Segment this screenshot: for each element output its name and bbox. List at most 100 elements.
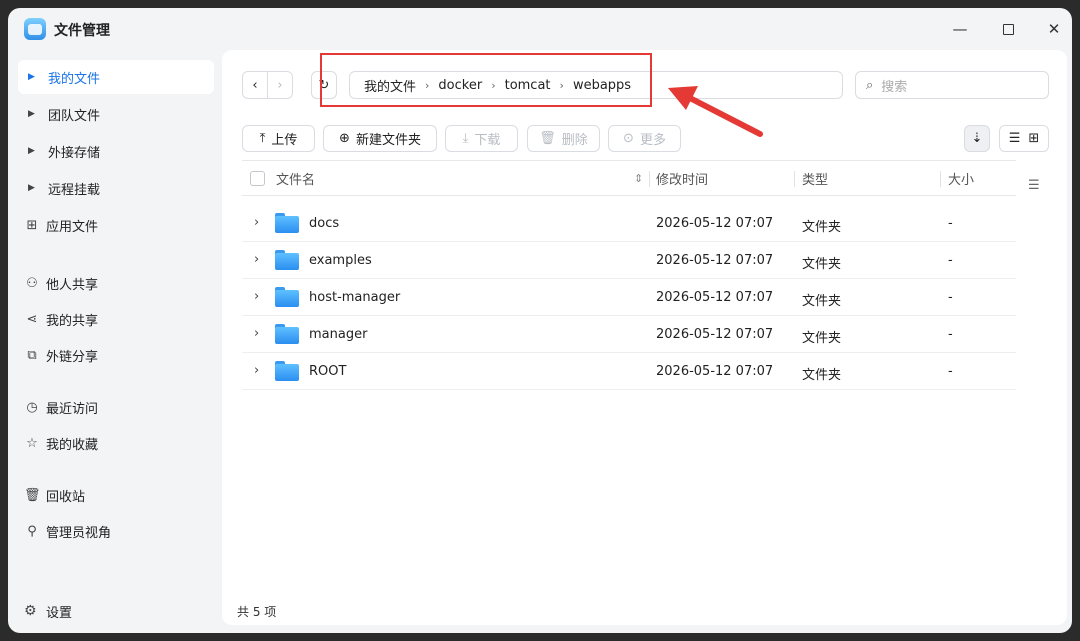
chevron-left-icon: ‹ bbox=[252, 77, 258, 93]
close-button[interactable]: ✕ bbox=[1038, 16, 1070, 42]
grid-view-icon[interactable]: ⊞ bbox=[1028, 131, 1039, 146]
sidebar-item-remote-mount[interactable]: ▶ 远程挂载 bbox=[18, 171, 214, 205]
chevron-right-icon[interactable]: › bbox=[254, 289, 259, 304]
delete-label: 删除 bbox=[561, 133, 588, 148]
sort-toggle-icon[interactable]: ⇕ bbox=[634, 161, 643, 195]
file-type: 文件夹 bbox=[802, 220, 842, 235]
delete-button[interactable]: 🗑 删除 bbox=[527, 125, 600, 152]
minimize-button[interactable]: — bbox=[944, 16, 976, 42]
sidebar-item-external-storage[interactable]: ▶ 外接存储 bbox=[18, 134, 214, 168]
sidebar-item-label: 我的收藏 bbox=[46, 437, 99, 453]
users-icon: ⚇ bbox=[26, 275, 38, 291]
chevron-right-icon[interactable]: › bbox=[254, 215, 259, 230]
maximize-icon bbox=[1002, 23, 1014, 35]
file-type: 文件夹 bbox=[802, 257, 842, 272]
sidebar-item-admin-view[interactable]: ⚲ 管理员视角 bbox=[18, 514, 214, 548]
search-input[interactable]: ⌕ 搜索 bbox=[855, 71, 1049, 99]
sidebar-item-recycle-bin[interactable]: 🗑 回收站 bbox=[18, 478, 214, 512]
sidebar-item-my-shares[interactable]: ⋖ 我的共享 bbox=[18, 302, 214, 336]
close-icon: ✕ bbox=[1047, 20, 1061, 38]
star-icon: ☆ bbox=[26, 435, 38, 451]
titlebar: 文件管理 — ✕ bbox=[8, 8, 1072, 50]
download-button[interactable]: ⤓ 下载 bbox=[445, 125, 518, 152]
sidebar-item-shared-with-me[interactable]: ⚇ 他人共享 bbox=[18, 266, 214, 300]
file-name: examples bbox=[309, 253, 372, 268]
back-button[interactable]: ‹ bbox=[242, 71, 268, 99]
download-label: 下载 bbox=[474, 133, 501, 148]
sidebar-item-label: 最近访问 bbox=[46, 401, 99, 417]
table-row[interactable]: › examples 2026-05-12 07:07 文件夹 - bbox=[242, 242, 1016, 279]
sort-button[interactable]: ⇣ bbox=[964, 125, 990, 152]
sidebar-item-recent[interactable]: ◷ 最近访问 bbox=[18, 390, 214, 424]
folder-icon bbox=[275, 324, 299, 344]
chevron-right-icon[interactable]: › bbox=[254, 363, 259, 378]
modified-time: 2026-05-12 07:07 bbox=[656, 327, 774, 342]
chevron-right-icon[interactable]: › bbox=[254, 326, 259, 341]
table-row[interactable]: › docs 2026-05-12 07:07 文件夹 - bbox=[242, 205, 1016, 242]
sidebar-item-label: 回收站 bbox=[46, 489, 86, 505]
gear-icon: ⚙ bbox=[24, 603, 37, 619]
minimize-icon: — bbox=[952, 20, 968, 38]
item-count: 共 5 项 bbox=[237, 605, 277, 619]
file-type: 文件夹 bbox=[802, 368, 842, 383]
annotation-arrow bbox=[668, 86, 763, 137]
upload-label: 上传 bbox=[271, 133, 298, 148]
main-panel: ‹ › ↻ 我的文件 › docker › tomcat › webapps ⌕… bbox=[222, 50, 1067, 625]
file-name: docs bbox=[309, 216, 340, 231]
sidebar-item-external-links[interactable]: ⧉ 外链分享 bbox=[18, 338, 214, 372]
file-size: - bbox=[948, 216, 953, 231]
settings-button[interactable]: ⚙ 设置 bbox=[18, 596, 72, 626]
sidebar-item-app-files[interactable]: ⊞ 应用文件 bbox=[18, 208, 214, 242]
sidebar-item-label: 我的文件 bbox=[48, 71, 101, 87]
app-title: 文件管理 bbox=[54, 23, 110, 39]
column-header-type[interactable]: 类型 bbox=[802, 161, 828, 195]
chevron-right-icon: › bbox=[277, 77, 283, 93]
file-type: 文件夹 bbox=[802, 331, 842, 346]
file-size: - bbox=[948, 327, 953, 342]
folder-icon bbox=[275, 287, 299, 307]
folder-icon bbox=[275, 213, 299, 233]
upload-icon: ⤒ bbox=[259, 131, 266, 146]
list-view-icon[interactable]: ☰ bbox=[1009, 131, 1021, 146]
file-size: - bbox=[948, 253, 953, 268]
column-header-modified-time[interactable]: 修改时间 bbox=[656, 161, 708, 195]
external-link-icon: ⧉ bbox=[27, 347, 37, 363]
trash-icon: 🗑 bbox=[539, 131, 556, 146]
file-type: 文件夹 bbox=[802, 294, 842, 309]
sidebar-item-team-files[interactable]: ▶ 团队文件 bbox=[18, 97, 214, 131]
search-placeholder: 搜索 bbox=[881, 79, 908, 95]
file-size: - bbox=[948, 364, 953, 379]
app-logo-icon bbox=[24, 18, 46, 40]
sidebar-item-label: 远程挂载 bbox=[48, 182, 101, 198]
table-row[interactable]: › host-manager 2026-05-12 07:07 文件夹 - bbox=[242, 279, 1016, 316]
file-name: ROOT bbox=[309, 364, 347, 379]
share-icon: ⋖ bbox=[26, 311, 38, 327]
column-header-size[interactable]: 大小 bbox=[948, 161, 974, 195]
table-row[interactable]: › ROOT 2026-05-12 07:07 文件夹 - bbox=[242, 353, 1016, 390]
admin-user-icon: ⚲ bbox=[27, 523, 37, 539]
search-icon: ⌕ bbox=[866, 77, 874, 93]
maximize-button[interactable] bbox=[992, 16, 1024, 42]
column-header-name[interactable]: 文件名 bbox=[276, 161, 315, 195]
file-name: manager bbox=[309, 327, 368, 342]
select-all-checkbox[interactable] bbox=[250, 171, 265, 186]
caret-right-icon: ▶ bbox=[28, 183, 35, 193]
chevron-right-icon[interactable]: › bbox=[254, 252, 259, 267]
sidebar-item-label: 管理员视角 bbox=[46, 525, 112, 541]
sidebar-item-favorites[interactable]: ☆ 我的收藏 bbox=[18, 426, 214, 460]
column-divider bbox=[649, 171, 650, 187]
view-toggle: ☰ ⊞ bbox=[999, 125, 1049, 152]
sidebar-item-label: 外接存储 bbox=[48, 145, 101, 161]
sidebar-item-label: 他人共享 bbox=[46, 277, 99, 293]
sidebar-item-my-files[interactable]: ▶ 我的文件 bbox=[18, 60, 214, 94]
folder-icon bbox=[275, 361, 299, 381]
forward-button[interactable]: › bbox=[267, 71, 293, 99]
folder-icon bbox=[275, 250, 299, 270]
caret-right-icon: ▶ bbox=[28, 109, 35, 119]
table-row[interactable]: › manager 2026-05-12 07:07 文件夹 - bbox=[242, 316, 1016, 353]
modified-time: 2026-05-12 07:07 bbox=[656, 364, 774, 379]
new-folder-button[interactable]: ⊕ 新建文件夹 bbox=[323, 125, 437, 152]
new-folder-icon: ⊕ bbox=[339, 131, 350, 146]
upload-button[interactable]: ⤒ 上传 bbox=[242, 125, 315, 152]
column-settings-icon[interactable]: ☰ bbox=[1028, 178, 1040, 193]
